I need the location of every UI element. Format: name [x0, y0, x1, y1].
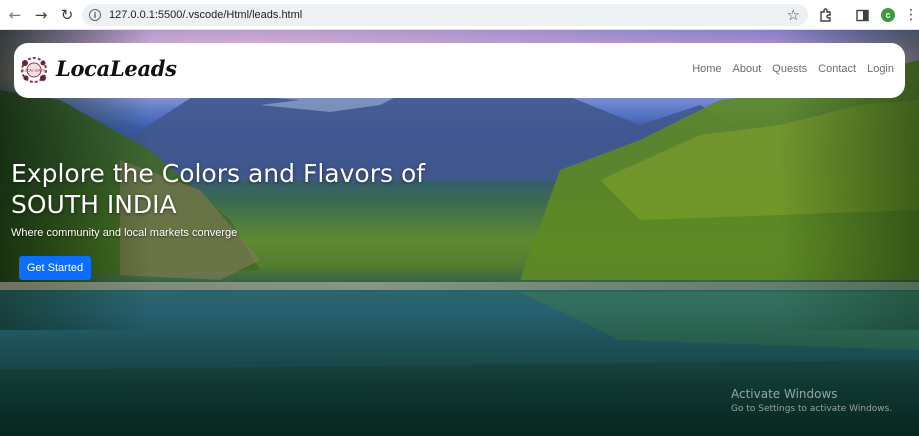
get-started-button[interactable]: Get Started	[19, 256, 91, 280]
extensions-icon[interactable]	[818, 0, 834, 30]
reload-icon[interactable]: ↻	[54, 0, 80, 30]
address-bar[interactable]: i 127.0.0.1:5500/.vscode/Html/leads.html…	[82, 4, 808, 26]
hero-subtitle: Where community and local markets conver…	[11, 227, 238, 239]
lake-shore	[0, 282, 919, 290]
site-navbar: LOCAL LEADS LocaLeads Home About Quests …	[14, 43, 905, 98]
watermark-subtitle: Go to Settings to activate Windows.	[731, 404, 893, 414]
forward-arrow-icon[interactable]: →	[28, 0, 54, 30]
hero-title: Explore the Colors and Flavors of SOUTH …	[11, 158, 451, 220]
nav-login[interactable]: Login	[867, 63, 894, 75]
browser-toolbar: ← → ↻ i 127.0.0.1:5500/.vscode/Html/lead…	[0, 0, 919, 30]
hero-section: LOCAL LEADS LocaLeads Home About Quests …	[0, 30, 919, 436]
logo-emblem-icon[interactable]: LOCAL LEADS	[18, 54, 50, 86]
nav-contact[interactable]: Contact	[818, 63, 856, 75]
lake-water	[0, 290, 919, 436]
url-text[interactable]: 127.0.0.1:5500/.vscode/Html/leads.html	[109, 9, 302, 21]
back-arrow-icon[interactable]: ←	[2, 0, 28, 30]
profile-avatar[interactable]: c	[881, 8, 895, 22]
hero-title-line1: Explore the Colors and Flavors of	[11, 159, 426, 188]
brand-name[interactable]: LocaLeads	[56, 56, 177, 81]
menu-kebab-icon[interactable]: ⋮	[904, 0, 918, 30]
bookmark-star-icon[interactable]: ☆	[787, 6, 800, 24]
info-icon[interactable]: i	[89, 9, 101, 21]
nav-quests[interactable]: Quests	[772, 63, 807, 75]
windows-activation-watermark: Activate Windows Go to Settings to activ…	[731, 387, 892, 414]
nav-links: Home About Quests Contact Login	[692, 63, 894, 75]
logo-text: LOCAL LEADS	[23, 69, 45, 73]
hero-title-line2: SOUTH INDIA	[11, 190, 177, 219]
nav-home[interactable]: Home	[692, 63, 721, 75]
watermark-title: Activate Windows	[731, 387, 838, 401]
nav-about[interactable]: About	[733, 63, 762, 75]
side-panel-icon[interactable]	[854, 0, 870, 30]
